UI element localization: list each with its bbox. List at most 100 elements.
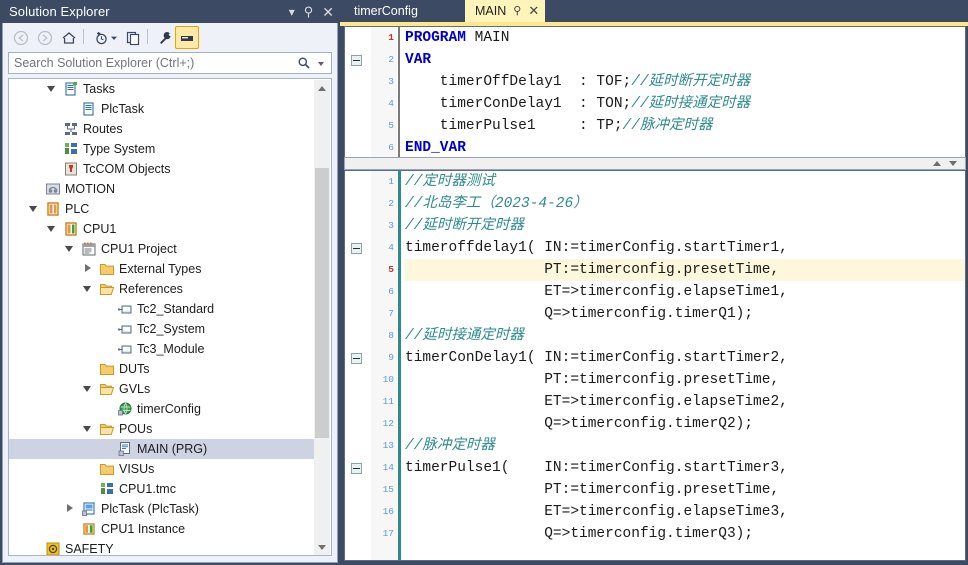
code-line[interactable]: //脉冲定时器: [405, 435, 965, 457]
implementation-code[interactable]: //定时器测试 //北岛李工（2023-4-26） //延时断开定时器 timerof…: [405, 171, 965, 560]
code-line[interactable]: END_VAR: [405, 137, 965, 159]
code-line[interactable]: timerPulse1 : TP;//脉冲定时器: [405, 115, 965, 137]
tree-item-routes[interactable]: Routes: [9, 119, 315, 139]
tree-item-plc[interactable]: PLC: [9, 199, 315, 219]
tree-item-plctask-plctask[interactable]: PlcTask (PlcTask): [9, 499, 315, 519]
collapse-arrow-icon[interactable]: [83, 419, 94, 439]
tree-item-duts[interactable]: DUTs: [9, 359, 315, 379]
code-line[interactable]: VAR: [405, 49, 965, 71]
search-options-chevron-icon[interactable]: [318, 62, 324, 66]
code-line[interactable]: //延时断开定时器: [405, 215, 965, 237]
panel-pin-icon[interactable]: ⚲: [304, 5, 314, 18]
tab-MAIN[interactable]: MAIN ⚲ ✕: [465, 0, 546, 22]
tree-item-timerconfig[interactable]: timerConfig: [9, 399, 315, 419]
implementation-editor-pane[interactable]: 1 2 3 4 5 6 7 8 9 10 11 12 13 14 15 16 17 //定时器测试//北岛李工（…: [344, 170, 966, 561]
collapse-arrow-icon[interactable]: [47, 79, 58, 99]
collapse-arrow-icon[interactable]: [83, 379, 94, 399]
code-line[interactable]: timerPulse1( IN:=timerConfig.startTimer3…: [405, 457, 965, 479]
declaration-fold-gutter[interactable]: [345, 27, 371, 159]
code-line[interactable]: PROGRAM MAIN: [405, 27, 965, 49]
expand-arrow-icon[interactable]: [83, 259, 94, 279]
fold-toggle-icon[interactable]: [351, 243, 362, 254]
show-all-files-icon[interactable]: [175, 26, 199, 49]
tree-item-tc2-standard[interactable]: Tc2_Standard: [9, 299, 315, 319]
code-line[interactable]: ET=>timerconfig.elapseTime1,: [405, 281, 965, 303]
code-line[interactable]: ET=>timerconfig.elapseTime2,: [405, 391, 965, 413]
code-line[interactable]: Q=>timerconfig.timerQ1);: [405, 303, 965, 325]
chevron-down-icon[interactable]: [108, 26, 120, 49]
home-icon[interactable]: [57, 26, 81, 49]
tree-item-label: CPU1 Project: [101, 242, 177, 256]
declaration-editor-pane[interactable]: 1 2 3 4 5 6 PROGRAM MAIN VAR timerOffDelay1 : …: [344, 26, 966, 160]
tree-item-cpu1-tmc[interactable]: CPU1.tmc: [9, 479, 315, 499]
tab-close-icon[interactable]: ✕: [528, 0, 539, 22]
forward-icon[interactable]: [33, 26, 57, 49]
search-input[interactable]: Search Solution Explorer (Ctrl+;): [8, 52, 332, 74]
panel-close-icon[interactable]: ✕: [322, 5, 334, 19]
fold-toggle-icon[interactable]: [351, 55, 362, 66]
tree-item-gvls[interactable]: GVLs: [9, 379, 315, 399]
typesystem-icon: [63, 141, 79, 157]
tree-item-label: CPU1 Instance: [101, 522, 186, 536]
code-line[interactable]: Q=>timerconfig.timerQ3);: [405, 523, 965, 545]
panel-window-buttons: ▾ ⚲ ✕: [289, 0, 334, 23]
code-line[interactable]: timerConDelay1 : TON;//延时接通定时器: [405, 93, 965, 115]
code-line[interactable]: timerConDelay1( IN:=timerConfig.startTim…: [405, 347, 965, 369]
scroll-down-button[interactable]: [314, 540, 330, 555]
tree-item-plctask[interactable]: PlcTask: [9, 99, 315, 119]
splitter-up-arrow-icon[interactable]: [933, 161, 941, 166]
code-line[interactable]: //定时器测试: [405, 171, 965, 193]
collapse-arrow-icon[interactable]: [47, 219, 58, 239]
tree-item-external-types[interactable]: External Types: [9, 259, 315, 279]
line-number: 4: [388, 242, 394, 253]
tree-item-tasks[interactable]: Tasks: [9, 79, 315, 99]
code-line[interactable]: PT:=timerconfig.presetTime,: [405, 259, 965, 281]
tree-item-type-system[interactable]: Type System: [9, 139, 315, 159]
tree-item-cpu1[interactable]: CPU1: [9, 219, 315, 239]
tree-item-pous[interactable]: POUs: [9, 419, 315, 439]
fold-toggle-icon[interactable]: [351, 463, 362, 474]
search-icon[interactable]: [297, 56, 311, 73]
back-icon[interactable]: [9, 26, 33, 49]
code-line[interactable]: Q=>timerconfig.timerQ2);: [405, 413, 965, 435]
splitter-down-arrow-icon[interactable]: [949, 161, 957, 166]
expand-arrow-icon[interactable]: [65, 499, 76, 519]
tree-item-visus[interactable]: VISUs: [9, 459, 315, 479]
solution-tree[interactable]: Tasks PlcTask Routes Type System TcCOM Objec…: [8, 78, 332, 556]
tree-item-references[interactable]: References: [9, 279, 315, 299]
sync-views-icon[interactable]: [121, 26, 145, 49]
tree-scrollbar[interactable]: [314, 80, 330, 555]
code-line[interactable]: PT:=timerconfig.presetTime,: [405, 369, 965, 391]
fold-toggle-icon[interactable]: [351, 353, 362, 364]
tree-item-cpu1-instance[interactable]: CPU1 Instance: [9, 519, 315, 539]
tree-item-tccom-objects[interactable]: TcCOM Objects: [9, 159, 315, 179]
code-line[interactable]: //延时接通定时器: [405, 325, 965, 347]
tree-item-safety[interactable]: SAFETY: [9, 539, 315, 555]
editor-splitter[interactable]: [344, 157, 966, 170]
collapse-arrow-icon[interactable]: [65, 239, 76, 259]
tree-item-label: Routes: [83, 122, 123, 136]
collapse-arrow-icon[interactable]: [83, 279, 94, 299]
tab-pin-icon[interactable]: ⚲: [513, 0, 521, 22]
declaration-code[interactable]: PROGRAM MAIN VAR timerOffDelay1 : TOF;//延…: [405, 27, 965, 159]
tree-item-main-prg[interactable]: MAIN (PRG): [9, 439, 315, 459]
scroll-up-button[interactable]: [314, 80, 330, 96]
tree-item-tc2-system[interactable]: Tc2_System: [9, 319, 315, 339]
scrollbar-thumb[interactable]: [315, 168, 329, 438]
tab-timerConfig[interactable]: timerConfig: [344, 0, 428, 22]
code-line[interactable]: PT:=timerconfig.presetTime,: [405, 479, 965, 501]
tree-item-motion[interactable]: MOTION: [9, 179, 315, 199]
folder-open-icon: [99, 381, 115, 397]
properties-wrench-icon[interactable]: [153, 26, 177, 49]
implementation-fold-gutter[interactable]: [345, 171, 371, 560]
line-number: 13: [382, 440, 394, 451]
code-line[interactable]: timeroffdelay1( IN:=timerConfig.startTim…: [405, 237, 965, 259]
code-line[interactable]: timerOffDelay1 : TOF;//延时断开定时器: [405, 71, 965, 93]
code-line[interactable]: ET=>timerconfig.elapseTime3,: [405, 501, 965, 523]
tree-item-tc3-module[interactable]: Tc3_Module: [9, 339, 315, 359]
tree-item-cpu1-project[interactable]: CPU1 Project: [9, 239, 315, 259]
collapse-arrow-icon[interactable]: [29, 199, 40, 219]
panel-dropdown-icon[interactable]: ▾: [289, 6, 295, 18]
tree-item-label: Tc2_System: [137, 322, 206, 336]
code-line[interactable]: //北岛李工（2023-4-26）: [405, 193, 965, 215]
